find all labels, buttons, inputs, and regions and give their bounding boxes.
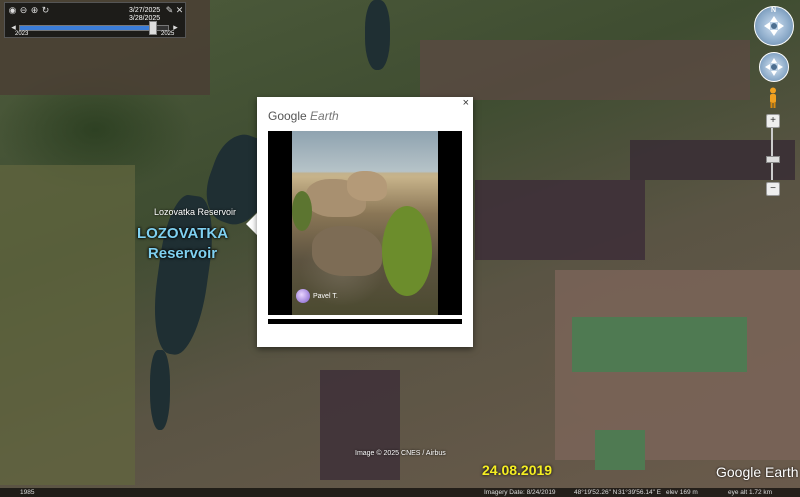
- date-start: 3/27/2025: [129, 7, 161, 14]
- slider-fill: [20, 26, 154, 30]
- eye-altitude: eye alt 1.72 km: [728, 489, 773, 496]
- zoom-out-button[interactable]: −: [766, 182, 780, 196]
- zoom-slider[interactable]: + −: [766, 114, 780, 196]
- longitude: 31°39'56.14" E: [618, 489, 662, 496]
- status-year: 1985: [20, 489, 35, 496]
- grass-shape: [382, 206, 432, 296]
- zoom-track[interactable]: [771, 128, 773, 180]
- field-green-small: [595, 430, 645, 470]
- author-name: Pavel T.: [313, 292, 338, 300]
- google-earth-logo: Google Earth: [716, 464, 799, 480]
- popup-logo-earth: Earth: [310, 109, 339, 123]
- popup-close-button[interactable]: ×: [463, 97, 469, 109]
- street-view-pegman-icon[interactable]: [768, 87, 778, 109]
- slider-thumb[interactable]: [149, 21, 158, 35]
- grass-shape: [292, 191, 312, 231]
- river-lower: [150, 350, 170, 430]
- landscape-photo[interactable]: Pavel T.: [292, 131, 438, 315]
- hand-icon: [765, 58, 783, 76]
- year-end: 2025: [161, 31, 175, 37]
- rock-shape: [312, 226, 382, 276]
- popup-logo: Google Earth: [268, 109, 339, 123]
- photo-thumbnail-strip[interactable]: [268, 319, 462, 324]
- look-joystick[interactable]: N: [754, 6, 794, 46]
- wrench-icon[interactable]: ✎: [165, 6, 174, 15]
- field-green: [572, 317, 747, 372]
- elevation: elev 169 m: [666, 489, 698, 496]
- navigation-controls: N + −: [754, 6, 794, 196]
- reservoir-label-line2: Reservoir: [147, 245, 218, 262]
- field-top-middle: [420, 40, 750, 100]
- zoom-out-icon[interactable]: ⊖: [19, 6, 28, 15]
- close-icon[interactable]: ✕: [175, 6, 184, 15]
- status-bar: 1985 Imagery Date: 8/24/2019 48°19'52.26…: [0, 488, 800, 497]
- zoom-in-button[interactable]: +: [766, 114, 780, 128]
- imagery-date: Imagery Date: 8/24/2019: [484, 489, 556, 496]
- zoom-in-icon[interactable]: ⊕: [30, 6, 39, 15]
- avatar: [296, 289, 310, 303]
- popup-logo-google: Google: [268, 109, 307, 123]
- globe-icon[interactable]: ◉: [8, 6, 17, 15]
- reservoir-label[interactable]: LOZOVATKA Reservoir: [130, 224, 235, 264]
- slider-track[interactable]: [19, 25, 169, 31]
- field-bottom-dark: [320, 370, 400, 480]
- water-label[interactable]: Lozovatka Reservoir: [154, 207, 236, 217]
- reservoir-water: [147, 192, 219, 358]
- date-stamp: 24.08.2019: [482, 462, 553, 478]
- field-right-dark: [475, 180, 645, 260]
- photo-popup: × Google Earth Pavel T.: [257, 97, 473, 347]
- photo-author[interactable]: Pavel T.: [296, 289, 338, 303]
- imagery-attribution: Image © 2025 CNES / Airbus: [355, 450, 446, 457]
- popup-pointer: [246, 213, 257, 235]
- photo-viewer[interactable]: Pavel T.: [268, 131, 462, 315]
- rock-shape: [347, 171, 387, 201]
- river-upper: [365, 0, 390, 70]
- eye-icon: [764, 16, 784, 36]
- refresh-icon[interactable]: ↻: [41, 6, 50, 15]
- reservoir-label-line1: LOZOVATKA: [136, 225, 229, 242]
- field-left: [0, 165, 135, 485]
- historical-imagery-slider[interactable]: ◉ ⊖ ⊕ ↻ 3/27/2025 3/28/2025 ✎ ✕ ◂ ▸ 2023…: [4, 2, 186, 38]
- move-joystick[interactable]: [759, 52, 789, 82]
- zoom-thumb[interactable]: [766, 156, 780, 164]
- year-start: 2023: [15, 31, 29, 37]
- latitude: 48°19'52.26" N: [574, 489, 618, 496]
